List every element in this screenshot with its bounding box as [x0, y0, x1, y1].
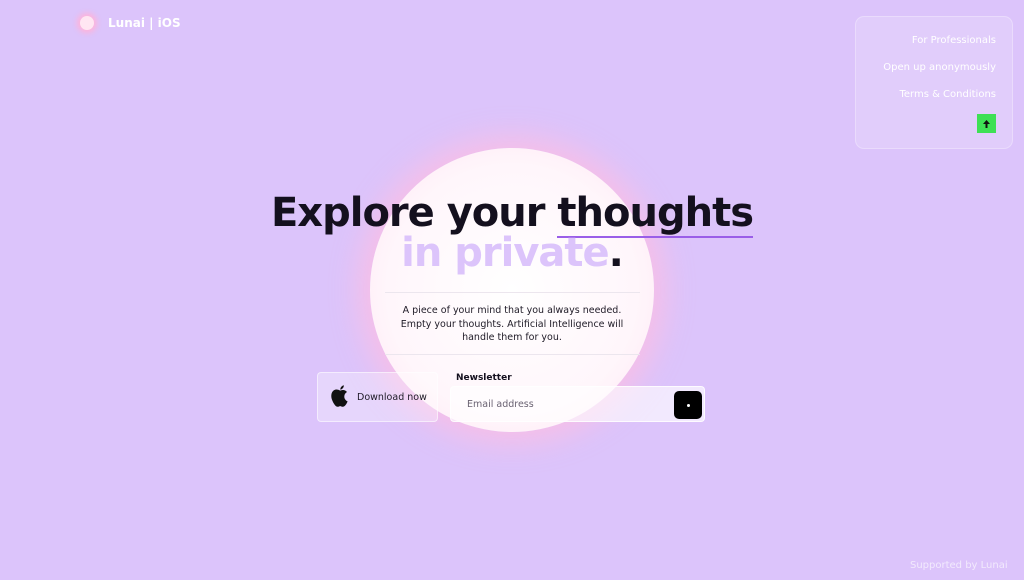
menu-toggle-button[interactable] [977, 114, 996, 133]
support-link[interactable]: Supported by Lunai [910, 560, 1008, 571]
hero-subtitle: in private. [0, 230, 1024, 276]
logo-text: Lunai | iOS [108, 16, 181, 30]
menu-item-terms[interactable]: Terms & Conditions [899, 89, 996, 100]
divider-bottom [385, 354, 640, 355]
dot-icon [686, 403, 690, 407]
hero-subtitle-text: in private [401, 230, 609, 276]
download-label: Download now [357, 391, 427, 403]
menu-item-professionals[interactable]: For Professionals [912, 35, 996, 46]
logo[interactable]: Lunai | iOS [80, 16, 181, 30]
nav-menu: For Professionals Open up anonymously Te… [855, 16, 1013, 149]
newsletter-label: Newsletter [456, 373, 512, 383]
hero-description: A piece of your mind that you always nee… [400, 305, 624, 343]
newsletter-submit-button[interactable] [674, 391, 702, 419]
download-button[interactable]: Download now [317, 372, 438, 422]
menu-item-anonymous[interactable]: Open up anonymously [883, 62, 996, 73]
divider-top [385, 292, 640, 293]
apple-icon [328, 383, 352, 411]
hero-subtitle-dot: . [608, 230, 624, 276]
logo-glow-icon [80, 16, 94, 30]
newsletter-form [450, 386, 705, 422]
up-arrow-icon [983, 119, 990, 128]
email-input[interactable] [465, 397, 669, 411]
